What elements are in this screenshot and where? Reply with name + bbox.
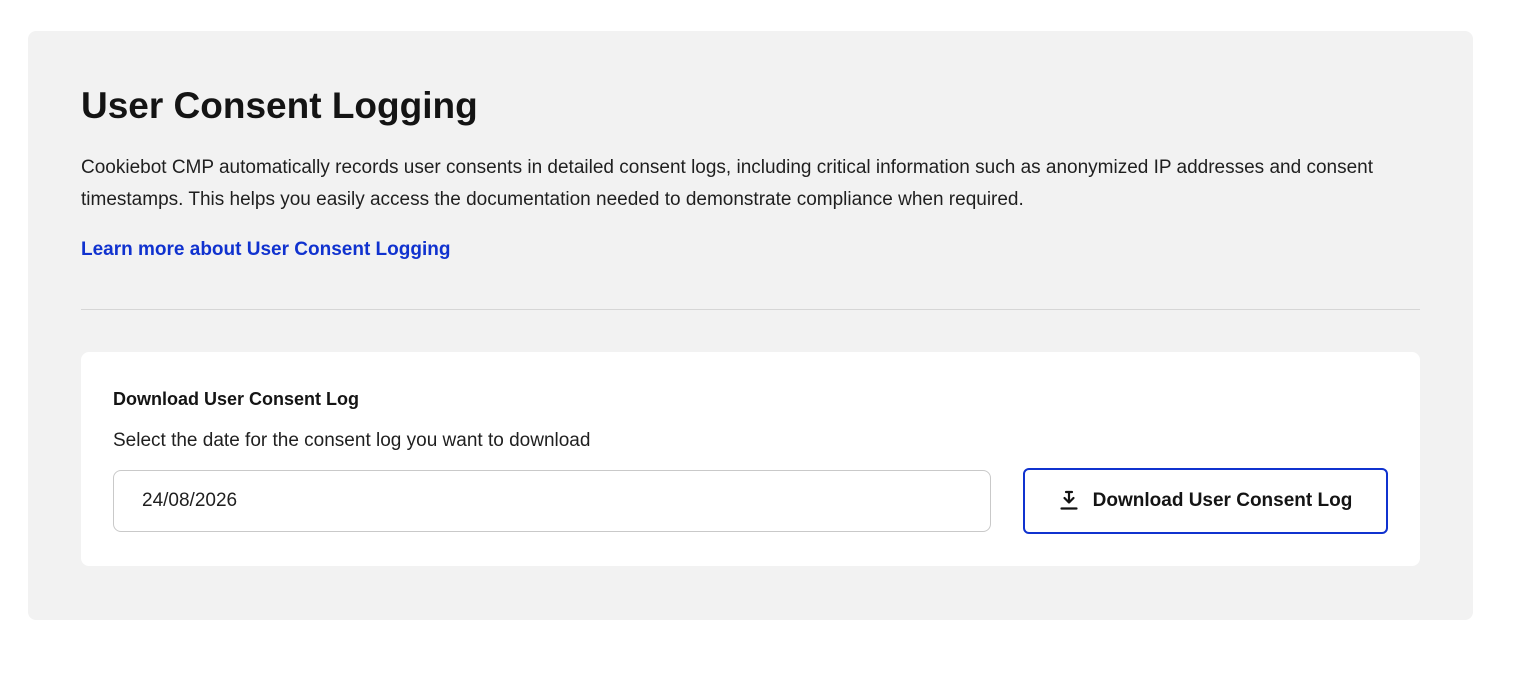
user-consent-logging-panel: User Consent Logging Cookiebot CMP autom… (28, 31, 1473, 620)
card-title: Download User Consent Log (113, 389, 360, 409)
download-log-card: Download User Consent Log Select the dat… (81, 352, 1420, 566)
download-log-button[interactable]: Download User Consent Log (1023, 468, 1388, 534)
download-icon (1059, 490, 1079, 512)
divider (81, 309, 1420, 310)
section-description: Cookiebot CMP automatically records user… (81, 157, 1373, 210)
section-title: User Consent Logging (81, 85, 478, 126)
date-helper-text: Select the date for the consent log you … (113, 430, 591, 451)
download-button-label: Download User Consent Log (1092, 490, 1353, 511)
learn-more-link[interactable]: Learn more about User Consent Logging (81, 238, 450, 262)
date-input[interactable] (113, 470, 991, 532)
